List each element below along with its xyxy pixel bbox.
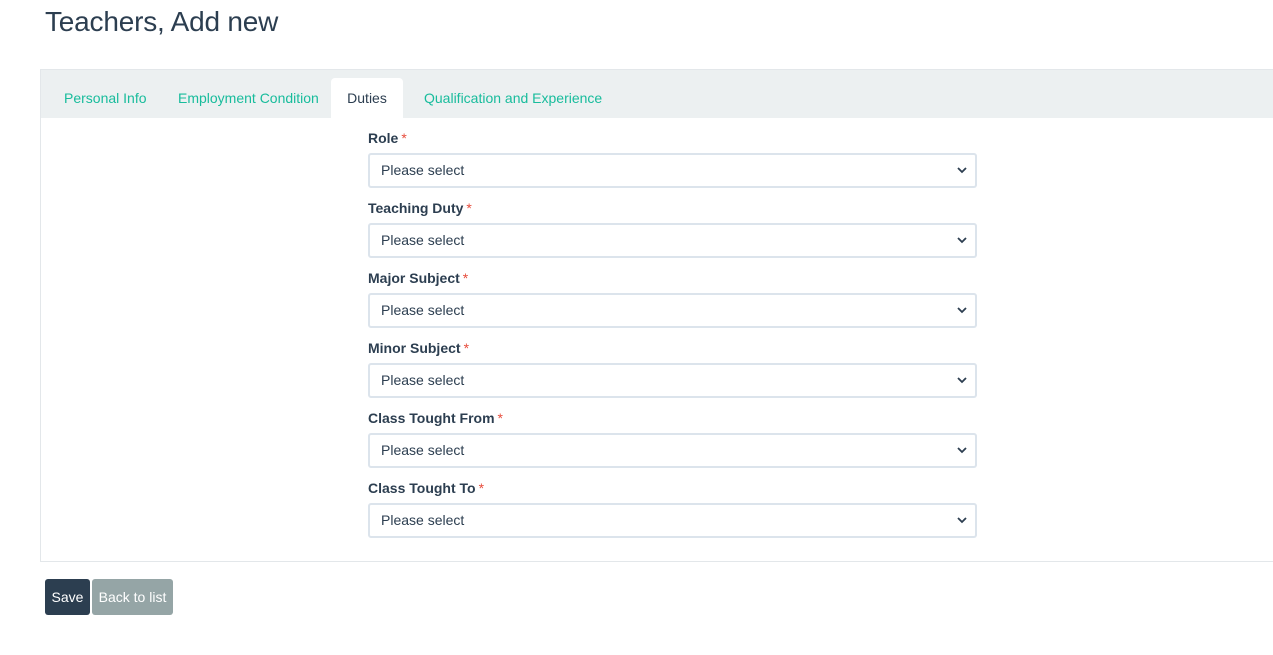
class-tought-to-select[interactable]: Please select bbox=[368, 503, 977, 538]
teaching-duty-label: Teaching Duty * bbox=[368, 200, 472, 216]
class-tought-from-label-text: Class Tought From bbox=[368, 410, 495, 426]
tab-personal-info[interactable]: Personal Info bbox=[64, 78, 147, 118]
teaching-duty-select[interactable]: Please select bbox=[368, 223, 977, 258]
chevron-down-icon bbox=[955, 365, 969, 396]
chevron-down-icon bbox=[955, 295, 969, 326]
tab-duties[interactable]: Duties bbox=[331, 78, 403, 118]
required-marker: * bbox=[463, 340, 470, 356]
class-tought-to-label: Class Tought To * bbox=[368, 480, 484, 496]
tab-employment-condition[interactable]: Employment Condition bbox=[178, 78, 319, 118]
major-subject-label: Major Subject * bbox=[368, 270, 468, 286]
minor-subject-label-text: Minor Subject bbox=[368, 340, 461, 356]
teaching-duty-select-value: Please select bbox=[381, 232, 465, 248]
save-button[interactable]: Save bbox=[45, 579, 90, 615]
class-tought-from-select[interactable]: Please select bbox=[368, 433, 977, 468]
required-marker: * bbox=[478, 480, 485, 496]
chevron-down-icon bbox=[955, 225, 969, 256]
class-tought-to-label-text: Class Tought To bbox=[368, 480, 476, 496]
major-subject-label-text: Major Subject bbox=[368, 270, 460, 286]
tab-qualification-and-experience[interactable]: Qualification and Experience bbox=[424, 78, 602, 118]
chevron-down-icon bbox=[955, 155, 969, 186]
back-to-list-button[interactable]: Back to list bbox=[92, 579, 173, 615]
required-marker: * bbox=[401, 130, 407, 146]
required-marker: * bbox=[497, 410, 503, 426]
role-label-text: Role bbox=[368, 130, 399, 146]
tab-bar: Personal Info Employment Condition Dutie… bbox=[41, 70, 1273, 118]
role-select-value: Please select bbox=[381, 162, 465, 178]
minor-subject-label: Minor Subject * bbox=[368, 340, 469, 356]
minor-subject-select[interactable]: Please select bbox=[368, 363, 977, 398]
role-label: Role * bbox=[368, 130, 407, 146]
class-tought-from-select-value: Please select bbox=[381, 442, 465, 458]
role-select[interactable]: Please select bbox=[368, 153, 977, 188]
chevron-down-icon bbox=[955, 435, 969, 466]
required-marker: * bbox=[466, 200, 472, 216]
teaching-duty-label-text: Teaching Duty bbox=[368, 200, 464, 216]
class-tought-to-select-value: Please select bbox=[381, 512, 465, 528]
minor-subject-select-value: Please select bbox=[381, 372, 465, 388]
chevron-down-icon bbox=[955, 505, 969, 536]
class-tought-from-label: Class Tought From * bbox=[368, 410, 503, 426]
major-subject-select-value: Please select bbox=[381, 302, 465, 318]
page-title: Teachers, Add new bbox=[45, 6, 279, 37]
required-marker: * bbox=[462, 270, 469, 286]
form-card: Personal Info Employment Condition Dutie… bbox=[40, 69, 1273, 562]
major-subject-select[interactable]: Please select bbox=[368, 293, 977, 328]
